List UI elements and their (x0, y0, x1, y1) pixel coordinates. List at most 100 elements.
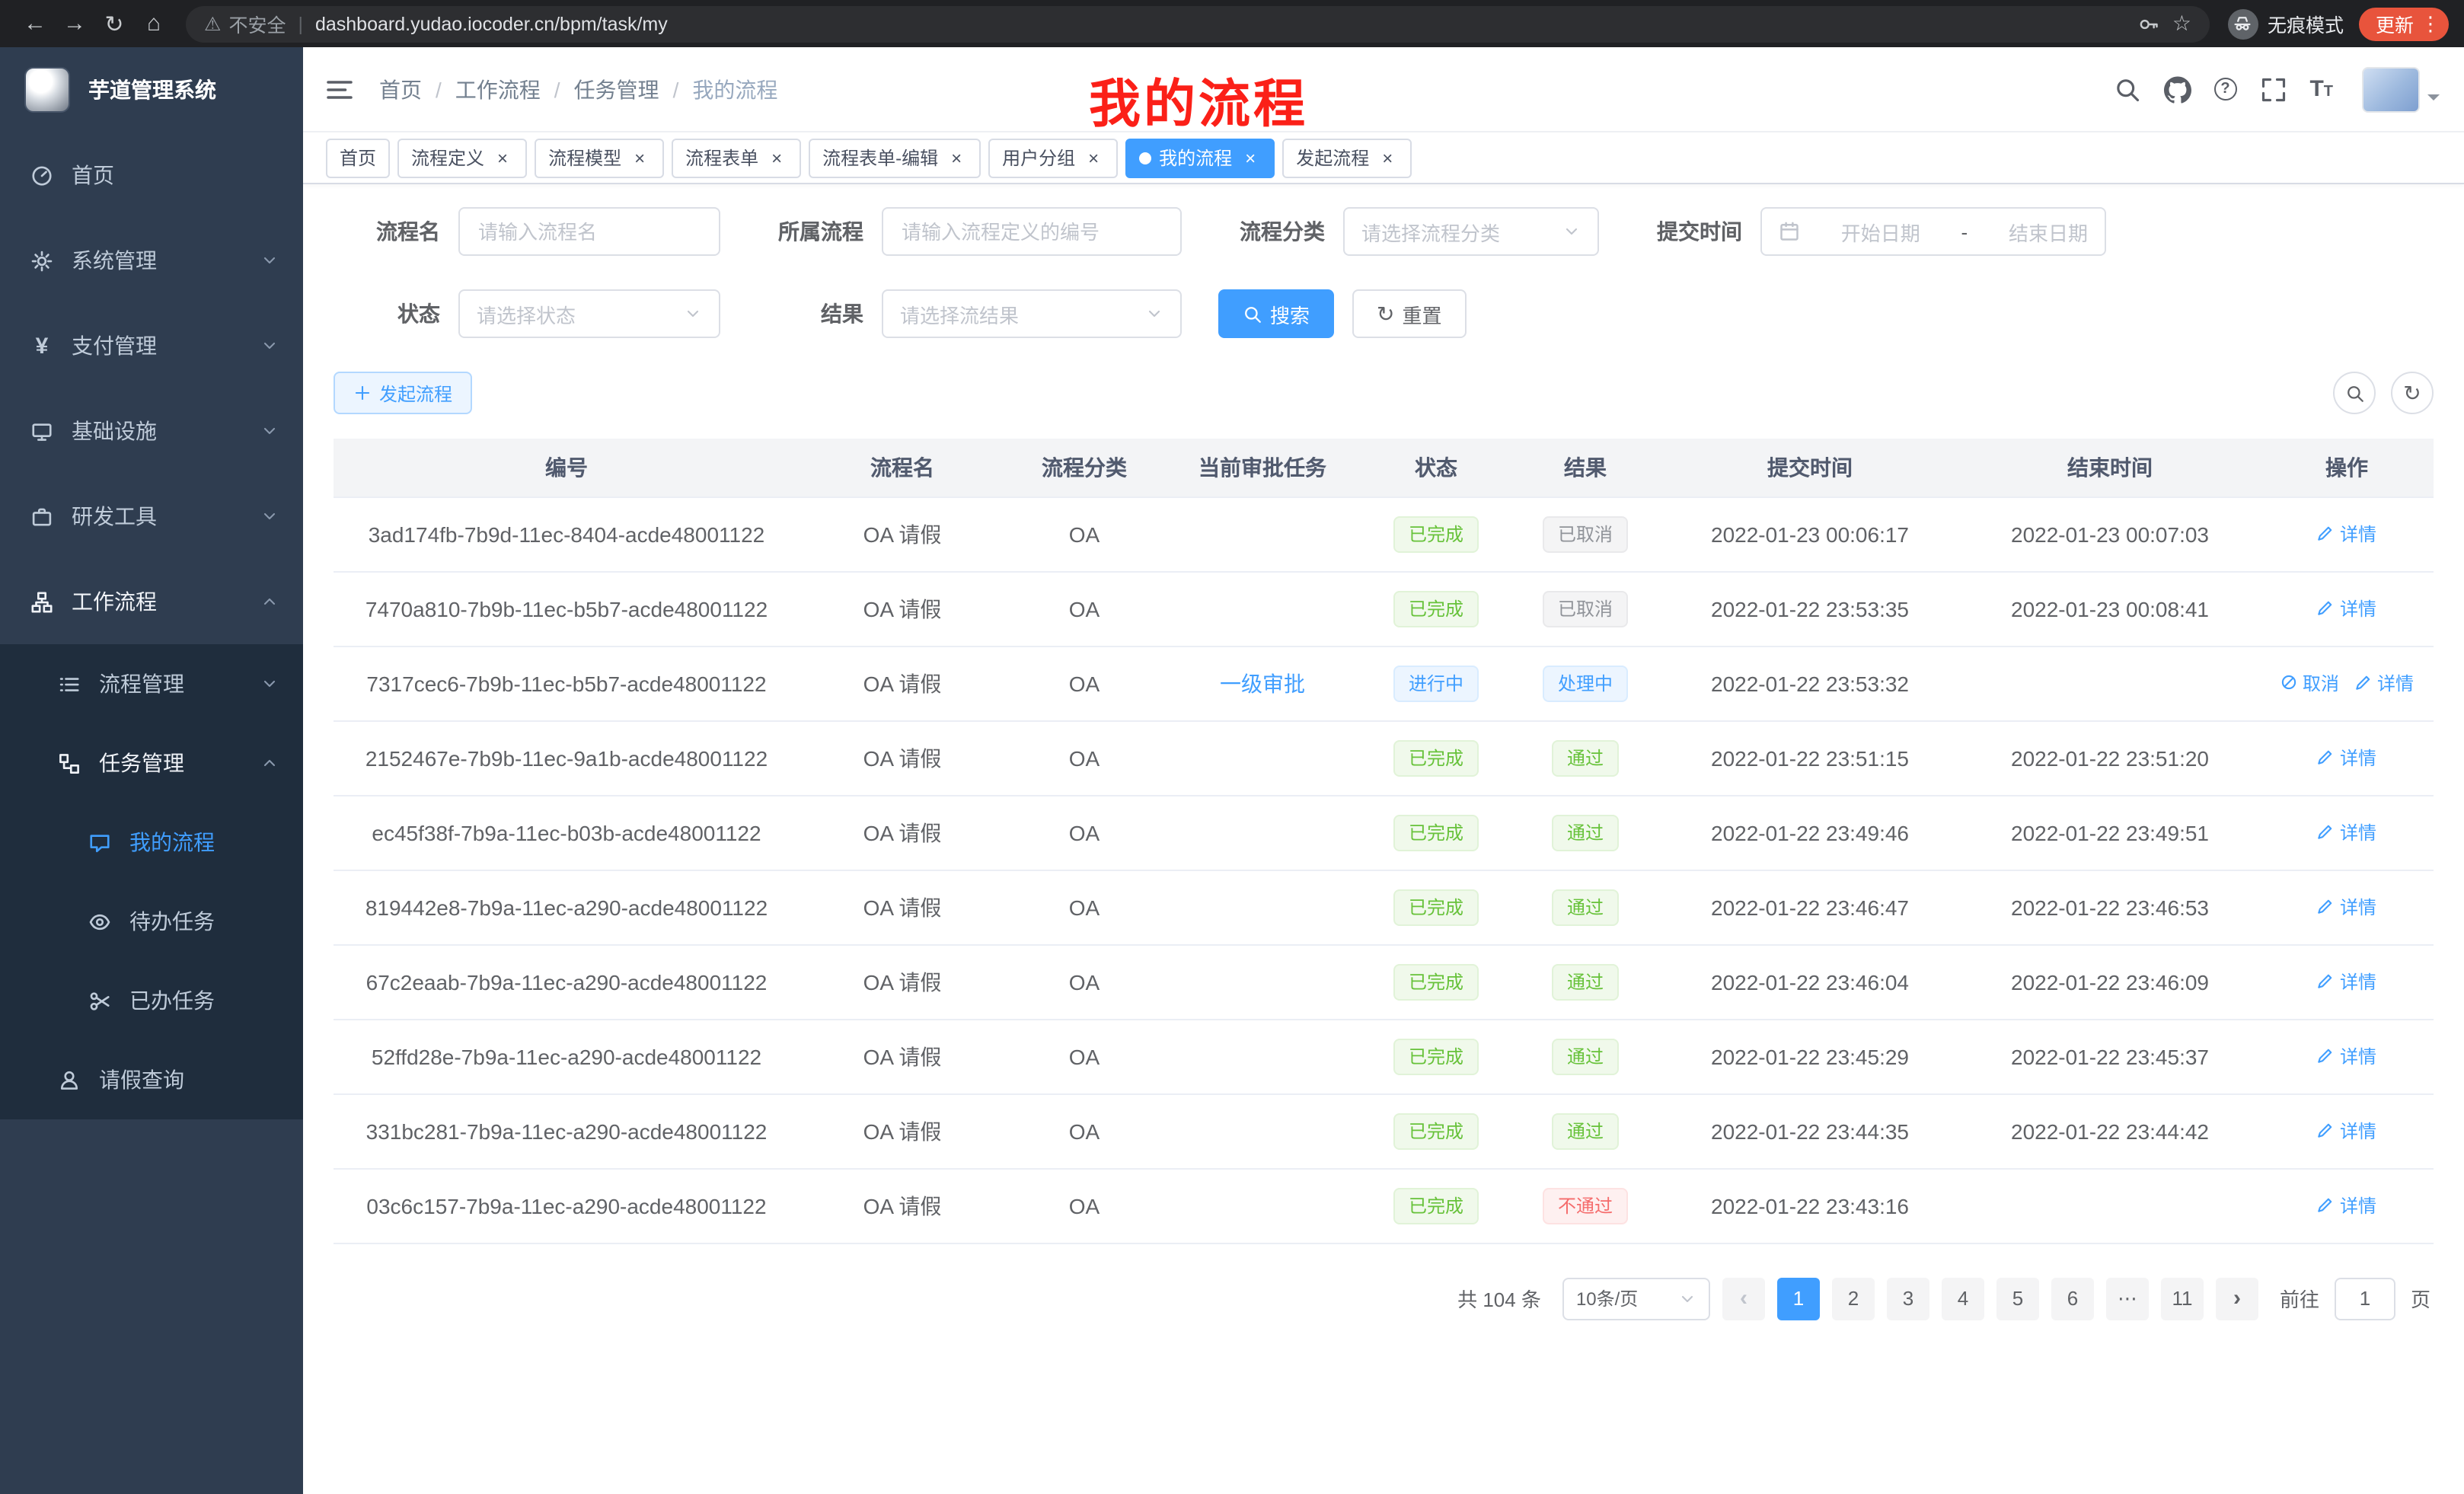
cell-category: OA (1005, 1168, 1163, 1243)
detail-link[interactable]: 详情 (2354, 670, 2414, 696)
back-button[interactable]: ← (15, 4, 55, 43)
close-icon[interactable]: × (1377, 147, 1398, 168)
cell-id: 819442e8-7b9a-11ec-a290-acde48001122 (334, 870, 800, 944)
tab-process-model[interactable]: 流程模型 × (535, 138, 664, 177)
result-select[interactable]: 请选择流结果 (882, 289, 1182, 338)
page-ellipsis[interactable]: ⋯ (2106, 1277, 2149, 1320)
header: 首页 / 工作流程 / 任务管理 / 我的流程 我的流程 ? TT (303, 47, 2464, 132)
sidebar-item-done-tasks[interactable]: 已办任务 (0, 961, 303, 1040)
app-logo[interactable]: 芋道管理系统 (0, 47, 303, 132)
detail-link[interactable]: 详情 (2317, 595, 2376, 621)
page-button-6[interactable]: 6 (2051, 1277, 2094, 1320)
page-button-11[interactable]: 11 (2161, 1277, 2204, 1320)
close-icon[interactable]: × (492, 147, 513, 168)
cell-id: 52ffd28e-7b9a-11ec-a290-acde48001122 (334, 1019, 800, 1093)
next-page-button[interactable]: › (2216, 1277, 2258, 1320)
process-category-select[interactable]: 请选择流程分类 (1343, 207, 1599, 256)
process-table: 编号 流程名 流程分类 当前审批任务 状态 结果 提交时间 结束时间 操作 3a… (334, 439, 2434, 1243)
sidebar-item-system-management[interactable]: 系统管理 (0, 218, 303, 303)
help-icon[interactable]: ? (2213, 78, 2236, 101)
col-category: 流程分类 (1005, 439, 1163, 496)
hamburger-icon[interactable] (324, 74, 355, 104)
cell-category: OA (1005, 944, 1163, 1019)
user-avatar[interactable] (2362, 66, 2440, 112)
close-icon[interactable]: × (766, 147, 787, 168)
browser-menu-kebab-icon[interactable]: ⋮ (2418, 11, 2443, 36)
tab-home[interactable]: 首页 (326, 138, 390, 177)
process-definition-input[interactable] (882, 207, 1182, 256)
github-icon[interactable] (2163, 75, 2191, 103)
reset-button[interactable]: ↻ 重置 (1352, 289, 1467, 338)
home-button[interactable]: ⌂ (134, 4, 174, 43)
page-button-1[interactable]: 1 (1777, 1277, 1820, 1320)
search-button[interactable]: 搜索 (1218, 289, 1334, 338)
result-tag: 通过 (1552, 889, 1619, 925)
detail-link[interactable]: 详情 (2317, 745, 2376, 771)
submit-time-range-picker[interactable]: 开始日期 - 结束日期 (1760, 207, 2106, 256)
table-row: ec45f38f-7b9a-11ec-b03b-acde48001122 OA … (334, 795, 2434, 870)
page-button-5[interactable]: 5 (1996, 1277, 2039, 1320)
result-tag: 已取消 (1543, 590, 1628, 627)
col-submit-time: 提交时间 (1660, 439, 1960, 496)
close-icon[interactable]: × (1240, 147, 1261, 168)
header-actions: ? TT (2113, 66, 2440, 112)
tab-process-definition[interactable]: 流程定义 × (397, 138, 527, 177)
prev-page-button[interactable]: ‹ (1722, 1277, 1765, 1320)
detail-link[interactable]: 详情 (2317, 1043, 2376, 1069)
search-icon[interactable] (2113, 75, 2140, 103)
breadcrumb-home[interactable]: 首页 (379, 74, 422, 104)
tab-process-form-edit[interactable]: 流程表单-编辑 × (809, 138, 981, 177)
detail-link[interactable]: 详情 (2317, 1192, 2376, 1218)
annotation-text: 我的流程 (1089, 62, 1308, 137)
status-select[interactable]: 请选择状态 (458, 289, 720, 338)
breadcrumb-current: 我的流程 (692, 74, 777, 104)
page-size-select[interactable]: 10条/页 (1562, 1277, 1710, 1320)
current-task-link[interactable]: 一级审批 (1220, 671, 1305, 695)
workflow-submenu: 流程管理 任务管理 我的流程 待办任务 (0, 644, 303, 1119)
sidebar-item-payment-management[interactable]: ¥ 支付管理 (0, 303, 303, 388)
forward-button[interactable]: → (55, 4, 94, 43)
fullscreen-icon[interactable] (2259, 75, 2287, 103)
tab-user-group[interactable]: 用户分组 × (988, 138, 1118, 177)
sidebar-item-home[interactable]: 首页 (0, 132, 303, 218)
tab-process-form[interactable]: 流程表单 × (672, 138, 801, 177)
close-icon[interactable]: × (629, 147, 650, 168)
sidebar-item-workflow[interactable]: 工作流程 (0, 559, 303, 644)
bookmark-star-icon[interactable]: ☆ (2172, 11, 2191, 37)
security-chip[interactable]: ⚠ 不安全 (204, 9, 286, 38)
sidebar-item-leave-query[interactable]: 请假查询 (0, 1040, 303, 1119)
cell-id: 03c6c157-7b9a-11ec-a290-acde48001122 (334, 1168, 800, 1243)
cancel-link[interactable]: 取消 (2280, 670, 2339, 696)
sidebar-item-my-process[interactable]: 我的流程 (0, 803, 303, 882)
sidebar-item-infrastructure[interactable]: 基础设施 (0, 388, 303, 474)
update-button[interactable]: 更新 ⋮ (2359, 7, 2449, 40)
page-button-3[interactable]: 3 (1887, 1277, 1929, 1320)
incognito-badge: 无痕模式 (2228, 8, 2344, 39)
close-icon[interactable]: × (946, 147, 967, 168)
sidebar-item-todo-tasks[interactable]: 待办任务 (0, 882, 303, 961)
sidebar-item-process-management[interactable]: 流程管理 (0, 644, 303, 723)
breadcrumb-workflow: 工作流程 (455, 74, 541, 104)
refresh-table-button[interactable]: ↻ (2391, 372, 2434, 414)
page-button-4[interactable]: 4 (1942, 1277, 1984, 1320)
toggle-search-button[interactable] (2333, 372, 2376, 414)
detail-link[interactable]: 详情 (2317, 969, 2376, 994)
page-button-2[interactable]: 2 (1832, 1277, 1875, 1320)
detail-link[interactable]: 详情 (2317, 521, 2376, 547)
goto-page-input[interactable] (2335, 1277, 2395, 1320)
sidebar-item-task-management[interactable]: 任务管理 (0, 723, 303, 803)
reload-button[interactable]: ↻ (94, 4, 134, 43)
tab-start-process[interactable]: 发起流程 × (1282, 138, 1412, 177)
font-size-icon[interactable]: TT (2309, 78, 2333, 101)
address-bar[interactable]: ⚠ 不安全 | dashboard.yudao.iocoder.cn/bpm/t… (186, 5, 2210, 42)
incognito-label: 无痕模式 (2268, 9, 2344, 38)
detail-link[interactable]: 详情 (2317, 894, 2376, 920)
detail-link[interactable]: 详情 (2317, 819, 2376, 845)
key-icon[interactable] (2139, 13, 2160, 34)
detail-link[interactable]: 详情 (2317, 1118, 2376, 1144)
tab-my-process[interactable]: 我的流程 × (1125, 138, 1275, 177)
start-process-button[interactable]: 发起流程 (334, 372, 472, 414)
process-name-input[interactable] (458, 207, 720, 256)
close-icon[interactable]: × (1083, 147, 1104, 168)
sidebar-item-dev-tools[interactable]: 研发工具 (0, 474, 303, 559)
